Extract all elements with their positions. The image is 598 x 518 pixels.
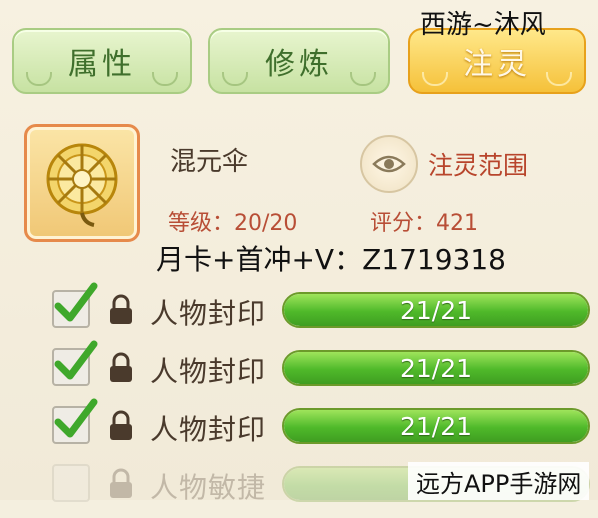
progress-text: 21/21 <box>399 411 473 441</box>
promo-text: 月卡+首冲+V：Z1719318 <box>156 243 506 276</box>
tab-ornament <box>26 72 52 86</box>
tab-attributes-label: 属性 <box>68 47 136 82</box>
checkmark-icon <box>54 340 98 380</box>
overlay-title: 西游~沐风 <box>420 10 546 40</box>
tab-ornament <box>422 72 448 86</box>
checkmark-icon <box>54 398 98 438</box>
tab-ornament <box>546 72 572 86</box>
lock-icon[interactable] <box>108 468 134 500</box>
progress-bar: 21/21 <box>282 408 590 444</box>
row-checkbox[interactable] <box>52 398 98 444</box>
tab-ornament <box>152 72 178 86</box>
range-label[interactable]: 注灵范围 <box>428 146 528 182</box>
tab-cultivation-label: 修炼 <box>265 47 333 82</box>
row-label: 人物封印 <box>150 297 267 330</box>
tab-cultivation[interactable]: 修炼 <box>208 28 390 94</box>
progress-bar: 21/21 <box>282 292 590 328</box>
attribute-row: 人物封印 21/21 <box>46 398 598 460</box>
item-score: 评分：421 <box>370 211 478 236</box>
progress-text: 21/21 <box>399 295 473 325</box>
row-label: 人物封印 <box>150 413 267 446</box>
progress-bar: 21/21 <box>282 350 590 386</box>
checkmark-icon <box>54 282 98 322</box>
tab-ornament <box>222 72 248 86</box>
golden-umbrella-icon <box>46 143 118 227</box>
item-name: 混元伞 <box>170 147 249 177</box>
view-range-button[interactable] <box>360 135 418 193</box>
game-panel: 属性 修炼 注灵 西游~沐风 混元伞 注灵范围 等级：20/20 评分：421 … <box>0 0 598 504</box>
attribute-row: 人物封印 21/21 <box>46 282 598 344</box>
progress-text: 21/21 <box>399 353 473 383</box>
eye-icon <box>372 155 406 173</box>
row-label: 人物封印 <box>150 355 267 388</box>
tab-spirit-infusion-label: 注灵 <box>463 47 531 82</box>
row-checkbox[interactable] <box>52 464 90 502</box>
attribute-row: 人物封印 21/21 <box>46 340 598 402</box>
row-checkbox[interactable] <box>52 340 98 386</box>
lock-icon[interactable] <box>108 410 134 442</box>
tab-attributes[interactable]: 属性 <box>12 28 192 94</box>
row-checkbox[interactable] <box>52 282 98 328</box>
lock-icon[interactable] <box>108 352 134 384</box>
watermark: 远方APP手游网 <box>408 462 590 500</box>
lock-icon[interactable] <box>108 294 134 326</box>
item-level: 等级：20/20 <box>168 211 298 236</box>
row-label: 人物敏捷 <box>150 471 267 504</box>
tab-ornament <box>350 72 376 86</box>
item-slot[interactable] <box>24 124 140 242</box>
